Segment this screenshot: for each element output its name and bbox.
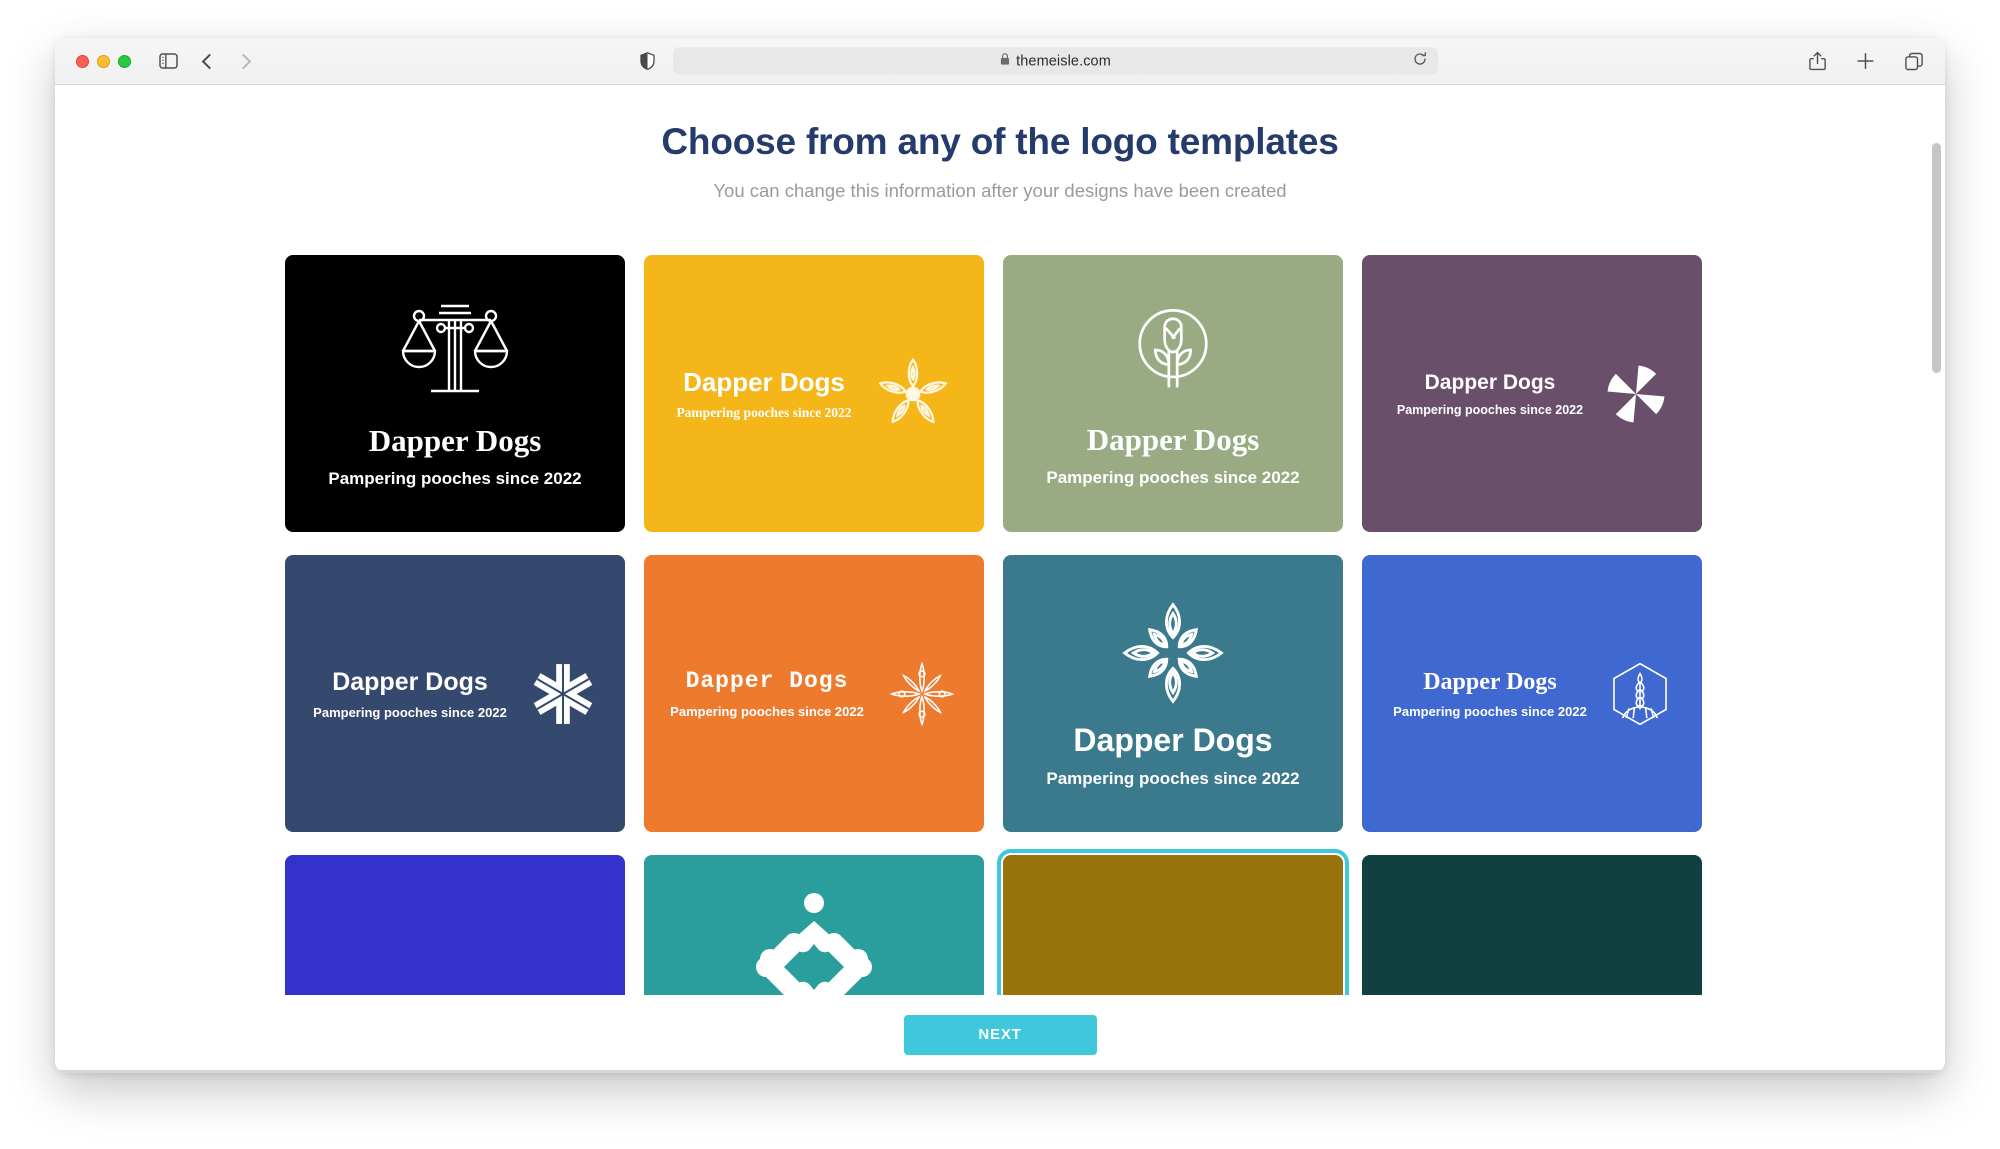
card-brand-name: Dapper Dogs bbox=[1086, 421, 1260, 457]
address-bar[interactable]: themeisle.com bbox=[673, 47, 1438, 75]
sidebar-toggle-icon[interactable] bbox=[159, 53, 178, 69]
rose-in-circle-icon bbox=[1138, 308, 1208, 387]
url-text: themeisle.com bbox=[1016, 53, 1111, 69]
browser-window: themeisle.com Choose from any of the log… bbox=[55, 38, 1945, 1073]
page-title: Choose from any of the logo templates bbox=[661, 121, 1339, 162]
card-tagline: Pampering pooches since 2022 bbox=[1046, 769, 1300, 788]
starburst-outline-icon bbox=[889, 661, 955, 726]
logo-template-card[interactable]: Dapper Dogs Pampering pooches since 2022 bbox=[1362, 255, 1702, 532]
plus-icon[interactable] bbox=[1857, 52, 1874, 70]
card-brand-name: Dapper Dogs bbox=[1073, 722, 1273, 758]
card-tagline: Pampering pooches since 2022 bbox=[676, 404, 852, 420]
logo-template-card-selected[interactable]: Dapper Dogs bbox=[997, 849, 1349, 995]
page-subtitle: You can change this information after yo… bbox=[713, 180, 1287, 201]
scrollbar-thumb[interactable] bbox=[1932, 143, 1941, 373]
lock-icon bbox=[1000, 52, 1010, 70]
back-chevron-icon[interactable] bbox=[201, 53, 218, 69]
card-brand-name: Dapper Dogs bbox=[1424, 370, 1556, 394]
maximize-window-button[interactable] bbox=[118, 54, 131, 68]
logo-template-card[interactable]: Dapper Dogs bbox=[1362, 855, 1702, 995]
card-tagline: Pampering pooches since 2022 bbox=[1396, 402, 1584, 417]
browser-toolbar: themeisle.com bbox=[55, 38, 1945, 85]
card-tagline: Pampering pooches since 2022 bbox=[1046, 467, 1300, 487]
card-tagline: Pampering pooches since 2022 bbox=[670, 704, 864, 719]
navigation-buttons bbox=[201, 53, 252, 69]
page-viewport: Choose from any of the logo templates Yo… bbox=[55, 85, 1945, 1073]
logo-template-card[interactable]: Dapper Dogs Pampering pooches since 2022 bbox=[1362, 555, 1702, 832]
card-brand-name: Dapper Dogs bbox=[685, 668, 849, 694]
card-brand-name: Dapper Dogs bbox=[683, 366, 845, 397]
logo-template-card[interactable]: Dapper Dogs Pampering pooches since 2022 bbox=[285, 255, 625, 532]
reload-icon[interactable] bbox=[1413, 51, 1427, 71]
card-tagline: Pampering pooches since 2022 bbox=[313, 704, 507, 720]
window-controls bbox=[76, 54, 131, 68]
card-tagline: Pampering pooches since 2022 bbox=[1393, 703, 1587, 719]
scales-of-justice-icon bbox=[401, 304, 509, 392]
page-scrollbar[interactable] bbox=[1932, 91, 1941, 989]
logo-template-card[interactable]: Dapper Dogs Pampering pooches since 2022 bbox=[1003, 555, 1343, 832]
logo-template-card[interactable]: Dapper Dogs Pampering pooches since 2022 bbox=[644, 255, 984, 532]
card-brand-name: Dapper Dogs bbox=[1423, 668, 1557, 695]
forward-chevron-icon bbox=[235, 53, 252, 69]
close-window-button[interactable] bbox=[76, 54, 89, 68]
page-footer: NEXT bbox=[55, 995, 1945, 1073]
toolbar-right-actions bbox=[1809, 51, 1923, 71]
template-grid: Dapper Dogs Pampering pooches since 2022… bbox=[285, 255, 1715, 995]
window-bottom-edge bbox=[55, 1070, 1945, 1073]
logo-template-card[interactable]: Dapper Dogs bbox=[285, 855, 625, 995]
flower-pinwheel-icon bbox=[878, 357, 948, 423]
circle-cross-pinwheel-icon bbox=[1607, 364, 1665, 423]
scrollable-content[interactable]: Choose from any of the logo templates Yo… bbox=[55, 85, 1945, 995]
card-brand-name: Dapper Dogs bbox=[332, 667, 488, 696]
asterisk-star-icon bbox=[533, 663, 593, 724]
share-icon[interactable] bbox=[1809, 51, 1826, 71]
logo-template-card[interactable]: Dapper Dogs Pampering pooches since 2022 bbox=[644, 555, 984, 832]
minimize-window-button[interactable] bbox=[97, 54, 110, 68]
next-button[interactable]: NEXT bbox=[903, 1014, 1097, 1055]
privacy-shield-icon[interactable] bbox=[640, 52, 655, 70]
leaf-diamond-icon bbox=[1122, 602, 1224, 704]
logo-template-card[interactable]: Dapper Dogs Pampering pooches since 2022 bbox=[1003, 255, 1343, 532]
tab-overview-icon[interactable] bbox=[1905, 52, 1923, 70]
people-cluster-icon bbox=[756, 893, 872, 995]
logo-template-card[interactable]: Dapper Dogs Pampering pooches since 2022 bbox=[285, 555, 625, 832]
card-tagline: Pampering pooches since 2022 bbox=[328, 468, 582, 488]
logo-template-card[interactable] bbox=[644, 855, 984, 995]
card-brand-name: Dapper Dogs bbox=[368, 422, 542, 458]
wheat-hexagon-icon bbox=[1612, 662, 1667, 725]
